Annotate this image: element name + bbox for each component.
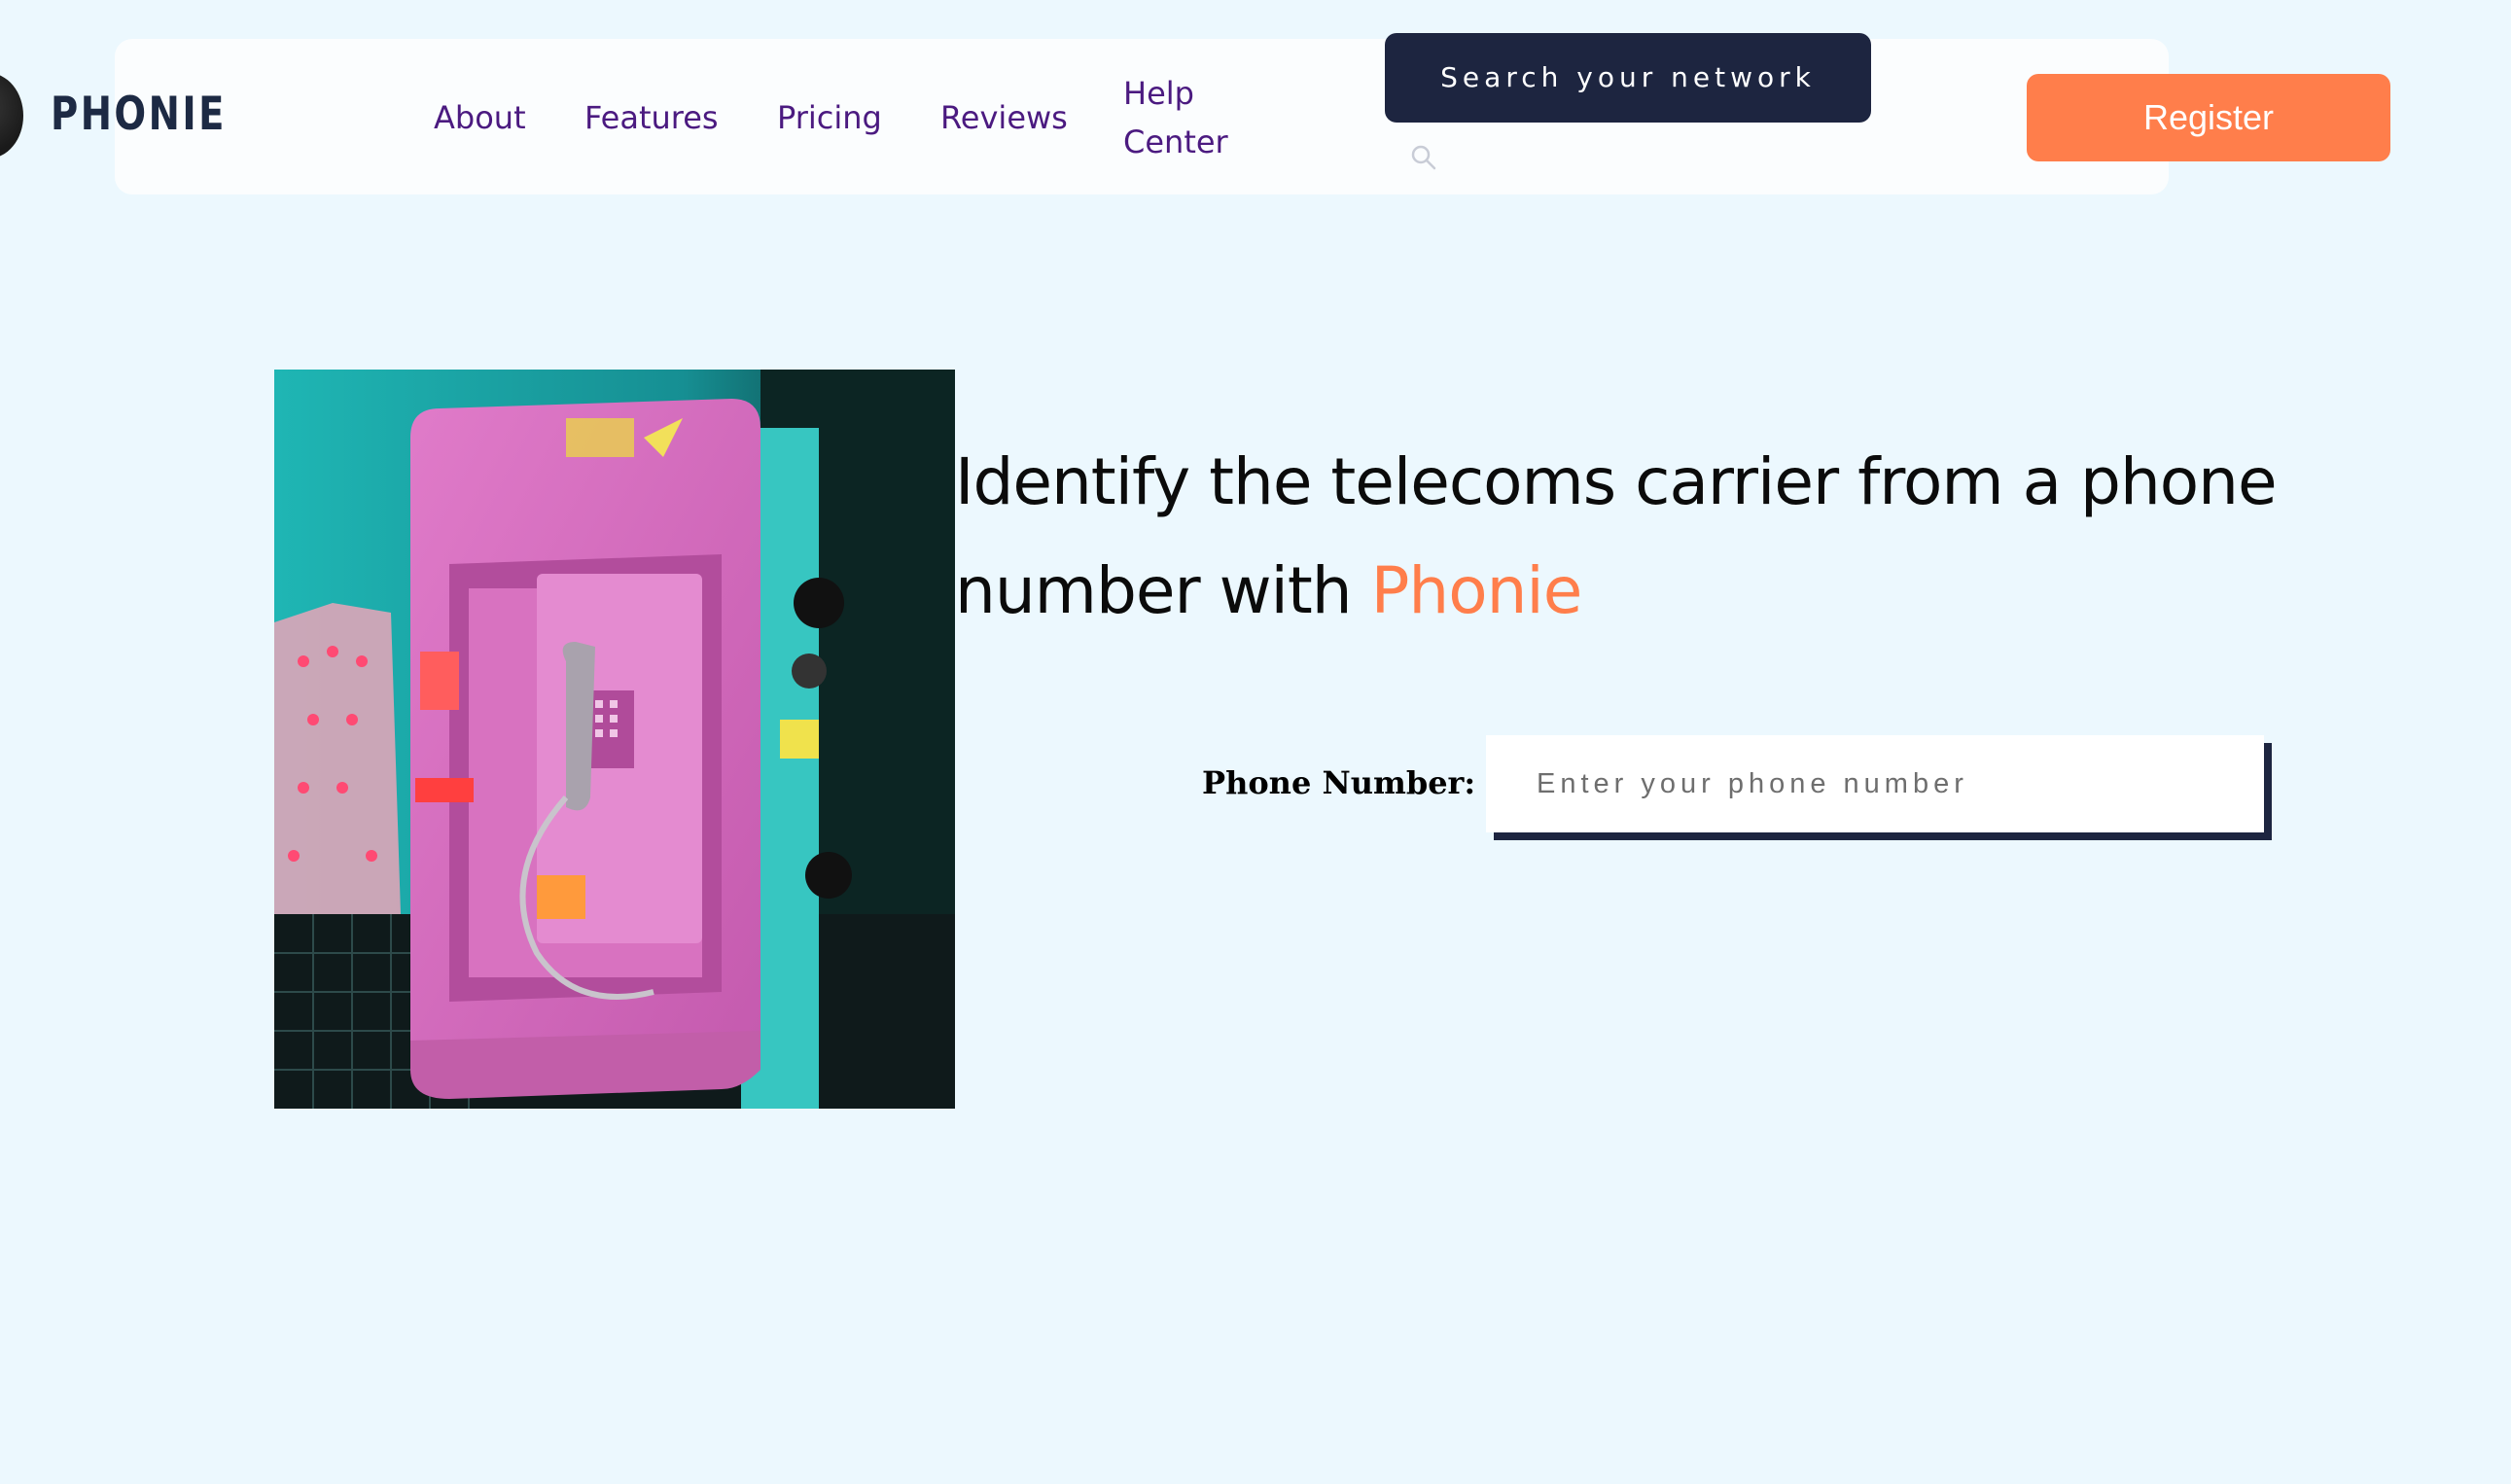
nav-link-pricing[interactable]: Pricing (777, 93, 882, 142)
register-button[interactable]: Register (2027, 74, 2390, 161)
nav-link-help-center[interactable]: Help Center (1123, 69, 1298, 166)
hero-title-text: Identify the telecoms carrier from a pho… (955, 444, 2278, 628)
logo-icon[interactable] (0, 73, 23, 159)
search-icon[interactable] (1410, 144, 1437, 171)
phone-number-label: Phone Number: (1202, 764, 1476, 801)
nav-link-features[interactable]: Features (584, 93, 719, 142)
payphone-image (274, 370, 955, 1109)
hero-title-brand: Phonie (1370, 553, 1583, 628)
logo-text[interactable]: PHONIE (51, 86, 227, 144)
hero-title: Identify the telecoms carrier from a pho… (955, 428, 2394, 646)
nav-link-reviews[interactable]: Reviews (940, 93, 1068, 142)
search-network-button[interactable]: Search your network (1385, 33, 1871, 123)
nav-link-about[interactable]: About (434, 93, 526, 142)
phone-number-input[interactable] (1486, 735, 2264, 832)
